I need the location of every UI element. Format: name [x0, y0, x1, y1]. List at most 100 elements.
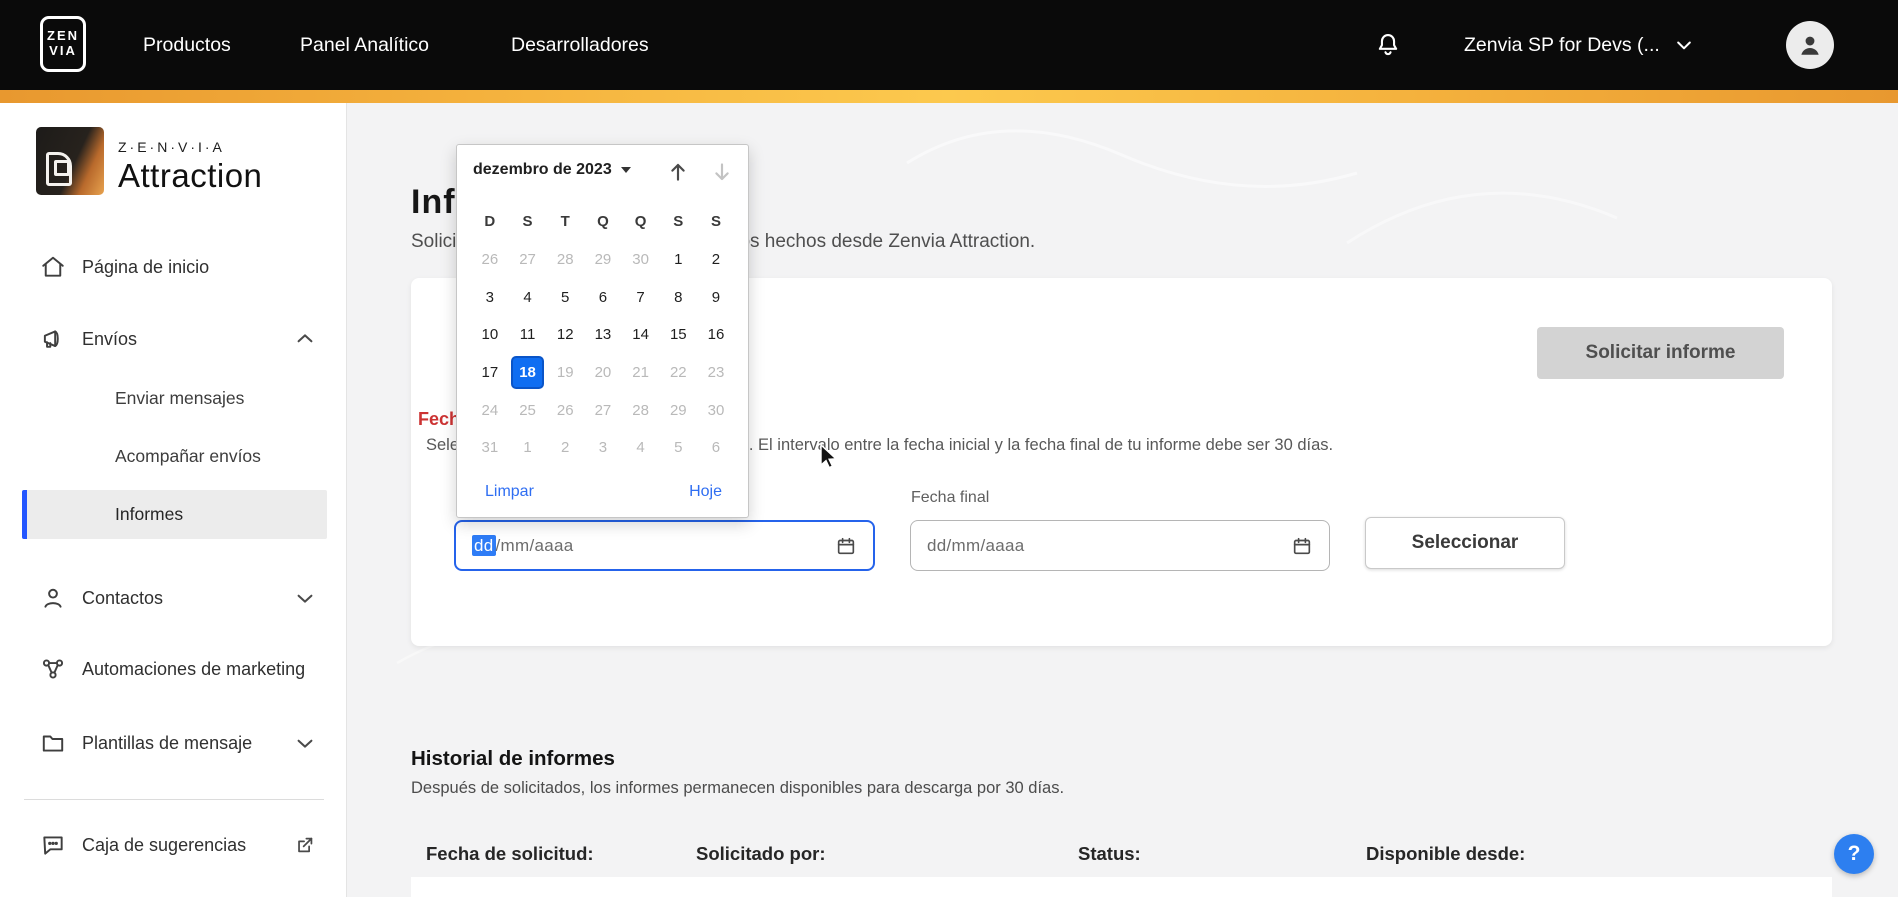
- calendar-day[interactable]: 8: [659, 279, 697, 317]
- calendar-day[interactable]: 15: [659, 316, 697, 354]
- sidebar-subitem-acompanar-envios[interactable]: Acompañar envíos: [22, 432, 327, 481]
- calendar-footer: Limpar Hoje: [457, 479, 750, 505]
- notifications-bell-icon[interactable]: [1374, 31, 1402, 59]
- sidebar-item-envios[interactable]: Envíos: [0, 315, 347, 363]
- calendar-day[interactable]: 17: [471, 354, 509, 392]
- sidebar-subitem-informes-active[interactable]: Informes: [22, 490, 327, 539]
- calendar-today-link[interactable]: Hoje: [689, 483, 722, 501]
- calendar-day[interactable]: 16: [697, 316, 735, 354]
- calendar-day[interactable]: 23: [697, 354, 735, 392]
- calendar-day[interactable]: 5: [659, 429, 697, 467]
- calendar-day[interactable]: 13: [584, 316, 622, 354]
- calendar-day[interactable]: 19: [546, 354, 584, 392]
- calendar-month-selector[interactable]: dezembro de 2023: [473, 161, 631, 179]
- date-picker-popup: dezembro de 2023 DSTQQSS 26 27 28 29 30 1 2 3 4 5…: [456, 144, 749, 518]
- calendar-day[interactable]: 3: [471, 279, 509, 317]
- calendar-day[interactable]: 30: [622, 241, 660, 279]
- calendar-day[interactable]: 27: [584, 391, 622, 429]
- sidebar-item-contactos[interactable]: Contactos: [0, 574, 347, 622]
- calendar-day[interactable]: 9: [697, 279, 735, 317]
- fecha-final-input[interactable]: dd/mm/aaaa: [910, 520, 1330, 571]
- seleccionar-button[interactable]: Seleccionar: [1365, 517, 1565, 569]
- fecha-final-label: Fecha final: [911, 489, 990, 506]
- calendar-day[interactable]: 25: [509, 391, 547, 429]
- calendar-day[interactable]: 2: [697, 241, 735, 279]
- calendar-day[interactable]: 22: [659, 354, 697, 392]
- date-segment-rest[interactable]: /mm/aaaa: [496, 536, 574, 555]
- chevron-down-icon[interactable]: [294, 732, 316, 754]
- calendar-day[interactable]: 6: [584, 279, 622, 317]
- calendar-day-number: 16: [707, 326, 725, 344]
- automation-nodes-icon: [40, 656, 66, 682]
- calendar-day[interactable]: 26: [546, 391, 584, 429]
- sidebar-item-automaciones[interactable]: Automaciones de marketing: [0, 645, 347, 693]
- calendar-day[interactable]: 29: [584, 241, 622, 279]
- nav-item-panel-analitico[interactable]: Panel Analítico: [300, 0, 429, 90]
- sidebar-subitem-label: Enviar mensajes: [115, 388, 245, 408]
- calendar-day[interactable]: 29: [659, 391, 697, 429]
- calendar-day-number: 4: [636, 439, 645, 457]
- calendar-day[interactable]: 14: [622, 316, 660, 354]
- attraction-brand[interactable]: Z·E·N·V·I·A Attraction: [36, 127, 262, 195]
- calendar-day[interactable]: 3: [584, 429, 622, 467]
- calendar-day[interactable]: 21: [622, 354, 660, 392]
- calendar-day-number: 12: [556, 326, 574, 344]
- chevron-down-icon[interactable]: [294, 587, 316, 609]
- calendar-next-month-button[interactable]: [709, 159, 735, 185]
- calendar-day[interactable]: 30: [697, 391, 735, 429]
- zenvia-logo[interactable]: ZEN VIA: [40, 16, 86, 72]
- sidebar-subitem-enviar-mensajes[interactable]: Enviar mensajes: [22, 374, 327, 423]
- calendar-previous-month-button[interactable]: [665, 159, 691, 185]
- attraction-logo-image: [36, 127, 104, 195]
- sidebar-item-plantillas[interactable]: Plantillas de mensaje: [0, 719, 347, 767]
- calendar-day-header: S: [710, 212, 721, 230]
- sidebar-item-pagina-de-inicio[interactable]: Página de inicio: [0, 243, 347, 291]
- calendar-picker-icon[interactable]: [1291, 535, 1313, 557]
- calendar-day-number: 22: [669, 364, 687, 382]
- calendar-day-number: 20: [594, 364, 612, 382]
- nav-item-productos[interactable]: Productos: [143, 0, 231, 90]
- calendar-day-number: 8: [674, 288, 683, 306]
- calendar-day-number: 23: [707, 364, 725, 382]
- calendar-day[interactable]: 27: [509, 241, 547, 279]
- calendar-day-number: 24: [481, 401, 499, 419]
- account-switcher[interactable]: Zenvia SP for Devs (...: [1464, 0, 1694, 90]
- calendar-day-number: 5: [674, 439, 683, 457]
- calendar-day-number: 6: [711, 439, 721, 457]
- calendar-clear-link[interactable]: Limpar: [485, 483, 534, 501]
- calendar-day[interactable]: 10: [471, 316, 509, 354]
- calendar-day[interactable]: 12: [546, 316, 584, 354]
- calendar-day[interactable]: 26: [471, 241, 509, 279]
- calendar-day[interactable]: 4: [622, 429, 660, 467]
- fecha-inicial-input[interactable]: dd/mm/aaaa: [454, 520, 875, 571]
- calendar-day-number: 27: [519, 251, 536, 269]
- calendar-day[interactable]: 5: [546, 279, 584, 317]
- calendar-day-number: 29: [594, 251, 612, 269]
- calendar-day[interactable]: 2: [546, 429, 584, 467]
- calendar-day[interactable]: 4: [509, 279, 547, 317]
- calendar-day[interactable]: 11: [509, 316, 547, 354]
- calendar-day-number: 21: [632, 364, 649, 382]
- calendar-day[interactable]: 1: [659, 241, 697, 279]
- calendar-day[interactable]: 6: [697, 429, 735, 467]
- calendar-picker-icon[interactable]: [835, 535, 857, 557]
- calendar-day[interactable]: 7: [622, 279, 660, 317]
- calendar-day[interactable]: 28: [546, 241, 584, 279]
- fecha-final-placeholder: dd/mm/aaaa: [927, 535, 1025, 555]
- sidebar-item-caja-de-sugerencias[interactable]: Caja de sugerencias: [0, 821, 347, 869]
- user-avatar[interactable]: [1786, 21, 1834, 69]
- solicitar-informe-button[interactable]: Solicitar informe: [1537, 327, 1784, 379]
- nav-item-desarrolladores[interactable]: Desarrolladores: [511, 0, 649, 90]
- help-button[interactable]: ?: [1834, 834, 1874, 874]
- calendar-day[interactable]: 24: [471, 391, 509, 429]
- sidebar-subitem-label: Informes: [115, 504, 184, 524]
- calendar-day[interactable]: 31: [471, 429, 509, 467]
- chevron-up-icon[interactable]: [294, 328, 316, 350]
- sidebar-subitem-label: Acompañar envíos: [115, 446, 261, 466]
- calendar-day-number: 27: [594, 401, 612, 419]
- calendar-day[interactable]: 28: [622, 391, 660, 429]
- calendar-day[interactable]: 20: [584, 354, 622, 392]
- date-segment-day-selected[interactable]: dd: [472, 534, 496, 556]
- calendar-day-selected[interactable]: 18: [509, 354, 547, 392]
- calendar-day[interactable]: 1: [509, 429, 547, 467]
